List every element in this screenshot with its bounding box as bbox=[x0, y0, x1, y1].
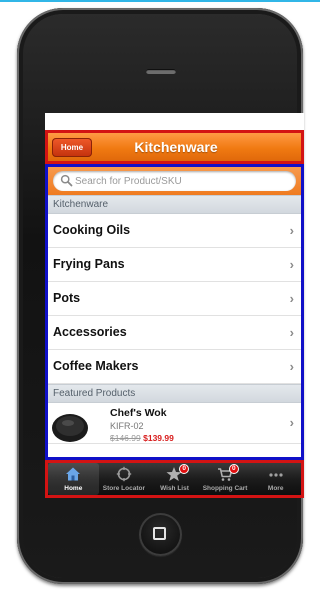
tab-more[interactable]: More bbox=[250, 463, 301, 495]
list-item-pots[interactable]: Pots › bbox=[48, 282, 301, 316]
device-home-button[interactable] bbox=[139, 513, 182, 556]
wok-image bbox=[52, 414, 88, 442]
list-item-label: Frying Pans bbox=[53, 257, 125, 271]
list-item-frying-pans[interactable]: Frying Pans › bbox=[48, 248, 301, 282]
list-item-accessories[interactable]: Accessories › bbox=[48, 316, 301, 350]
list-item-coffee-makers[interactable]: Coffee Makers › bbox=[48, 350, 301, 384]
product-item[interactable]: Chef's Wok KIFR-02 $146.99 $139.99 › bbox=[48, 403, 301, 444]
home-icon bbox=[66, 467, 81, 481]
wish-list-badge: 0 bbox=[179, 464, 190, 474]
content-area: Kitchenware Cooking Oils › Frying Pans ›… bbox=[45, 164, 304, 460]
list-item-label: Pots bbox=[53, 291, 81, 305]
page-title: Kitchenware bbox=[134, 139, 218, 155]
section-header-kitchenware: Kitchenware bbox=[48, 195, 301, 214]
tab-bar: Home Store Locator 0 Wish List 0 Shoppin… bbox=[45, 460, 304, 498]
section-header-featured: Featured Products bbox=[48, 384, 301, 403]
tab-label: Home bbox=[64, 485, 83, 492]
chevron-right-icon: › bbox=[289, 325, 294, 340]
chevron-right-icon: › bbox=[289, 223, 294, 238]
home-square-icon bbox=[153, 527, 166, 540]
list-item-label: Cooking Oils bbox=[53, 223, 131, 237]
nav-bar: Home Kitchenware bbox=[45, 130, 304, 164]
tab-wish-list[interactable]: 0 Wish List bbox=[149, 463, 200, 495]
shopping-cart-badge: 0 bbox=[228, 464, 239, 474]
chevron-right-icon: › bbox=[289, 291, 294, 306]
search-field[interactable] bbox=[53, 171, 296, 191]
store-locator-icon bbox=[116, 466, 132, 482]
more-icon bbox=[269, 473, 283, 477]
home-back-button[interactable]: Home bbox=[52, 138, 92, 157]
tab-home[interactable]: Home bbox=[48, 463, 99, 495]
tab-store-locator[interactable]: Store Locator bbox=[99, 463, 150, 495]
product-old-price: $146.99 bbox=[110, 433, 141, 443]
tab-label: More bbox=[267, 485, 284, 492]
list-item-cooking-oils[interactable]: Cooking Oils › bbox=[48, 214, 301, 248]
search-input[interactable] bbox=[75, 171, 290, 191]
tab-shopping-cart[interactable]: 0 Shopping Cart bbox=[200, 463, 251, 495]
list-item-label: Coffee Makers bbox=[53, 359, 139, 373]
product-name: Chef's Wok bbox=[110, 407, 167, 419]
phone-speaker bbox=[146, 69, 176, 74]
list-item-label: Accessories bbox=[53, 325, 127, 339]
chevron-right-icon: › bbox=[289, 257, 294, 272]
chevron-right-icon: › bbox=[289, 359, 294, 374]
phone-screen: Home Kitchenware Kitchenware Cooking Oil… bbox=[45, 113, 304, 498]
tab-label: Store Locator bbox=[102, 485, 146, 492]
product-new-price: $139.99 bbox=[143, 433, 174, 443]
product-price: $146.99 $139.99 bbox=[110, 433, 174, 443]
top-accent-line bbox=[0, 0, 320, 2]
search-bar bbox=[48, 167, 301, 195]
search-icon bbox=[60, 174, 73, 187]
product-sku: KIFR-02 bbox=[110, 421, 144, 431]
tab-label: Wish List bbox=[160, 485, 189, 492]
tab-label: Shopping Cart bbox=[202, 485, 248, 492]
chevron-right-icon: › bbox=[289, 415, 294, 430]
